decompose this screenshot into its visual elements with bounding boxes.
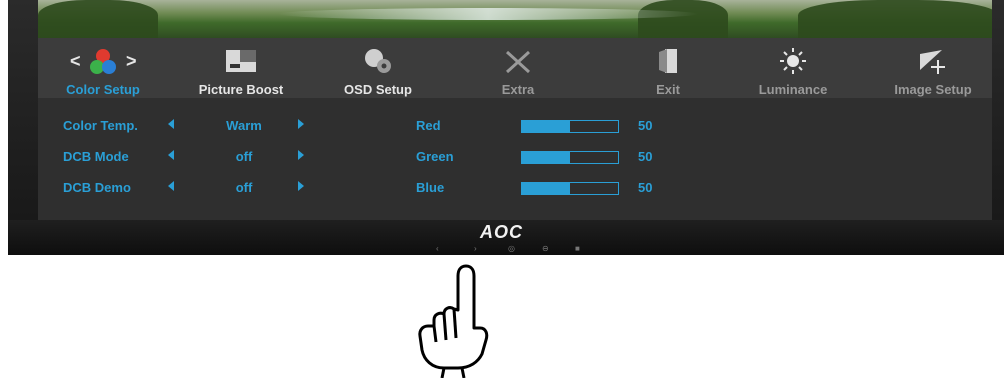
tab-label: OSD Setup [344,82,412,97]
color-setup-icon: < > [68,46,138,83]
tab-exit[interactable]: Exit [618,38,718,98]
tab-label: Color Setup [66,82,140,97]
setting-value[interactable]: off [208,180,280,195]
bezel-button-menu-icon[interactable]: ◎ [508,244,515,253]
bezel-button-right-icon[interactable]: › [474,244,477,253]
right-arrow-icon[interactable] [298,181,304,191]
setting-value[interactable]: off [208,149,280,164]
tab-picture-boost[interactable]: Picture Boost [181,38,301,98]
color-setup-panel: Color Temp. Warm Red 50 DCB Mode off Gre… [38,98,992,220]
setting-row: Color Temp. Warm Red 50 [38,118,992,138]
right-arrow-icon[interactable] [298,119,304,129]
monitor: < > Color Setup Picture Boost OSD Setup … [8,0,1004,255]
level-fill [522,183,570,194]
tab-extra[interactable]: Extra [463,38,573,98]
setting-row: DCB Mode off Green 50 [38,149,992,169]
svg-text:>: > [126,51,137,71]
left-arrow-icon[interactable] [168,119,174,129]
level-fill [522,121,570,132]
tab-label: Extra [501,82,535,97]
green-level-bar[interactable] [521,151,619,164]
channel-value: 50 [638,118,653,133]
osd-menu-bar: < > Color Setup Picture Boost OSD Setup … [38,38,992,98]
channel-label: Blue [416,180,445,195]
tab-label: Exit [656,82,680,97]
bezel-button-auto-icon[interactable]: ⊖ [542,244,549,253]
channel-value: 50 [638,149,653,164]
luminance-sun-icon [778,46,808,79]
tab-image-setup[interactable]: Image Setup [878,38,988,98]
channel-value: 50 [638,180,653,195]
brand-logo: AOC [480,222,523,242]
blue-level-bar[interactable] [521,182,619,195]
osd-setup-icon [361,46,395,79]
left-arrow-icon[interactable] [168,181,174,191]
pointing-hand-icon [418,264,489,378]
svg-text:<: < [70,51,81,71]
tab-osd-setup[interactable]: OSD Setup [323,38,433,98]
setting-row: DCB Demo off Blue 50 [38,180,992,200]
tab-color-setup[interactable]: < > Color Setup [48,38,158,98]
setting-label: DCB Mode [63,149,129,164]
picture-boost-icon [224,46,258,79]
tab-label: Picture Boost [198,82,284,97]
channel-label: Red [416,118,441,133]
setting-label: Color Temp. [63,118,138,133]
wallpaper-landscape [38,0,992,38]
setting-value[interactable]: Warm [208,118,280,133]
bezel-button-power-icon[interactable]: ■ [575,244,580,253]
tab-label: Luminance [758,82,828,97]
channel-label: Green [416,149,454,164]
tab-luminance[interactable]: Luminance [738,38,848,98]
level-fill [522,152,570,163]
left-arrow-icon[interactable] [168,150,174,160]
setting-label: DCB Demo [63,180,131,195]
extra-tools-icon [501,46,535,79]
right-arrow-icon[interactable] [298,150,304,160]
tab-label: Image Setup [894,82,972,97]
image-setup-icon [916,46,950,79]
exit-door-icon [653,46,683,79]
monitor-screen: < > Color Setup Picture Boost OSD Setup … [38,0,992,220]
bezel-button-left-icon[interactable]: ‹ [436,244,439,253]
red-level-bar[interactable] [521,120,619,133]
